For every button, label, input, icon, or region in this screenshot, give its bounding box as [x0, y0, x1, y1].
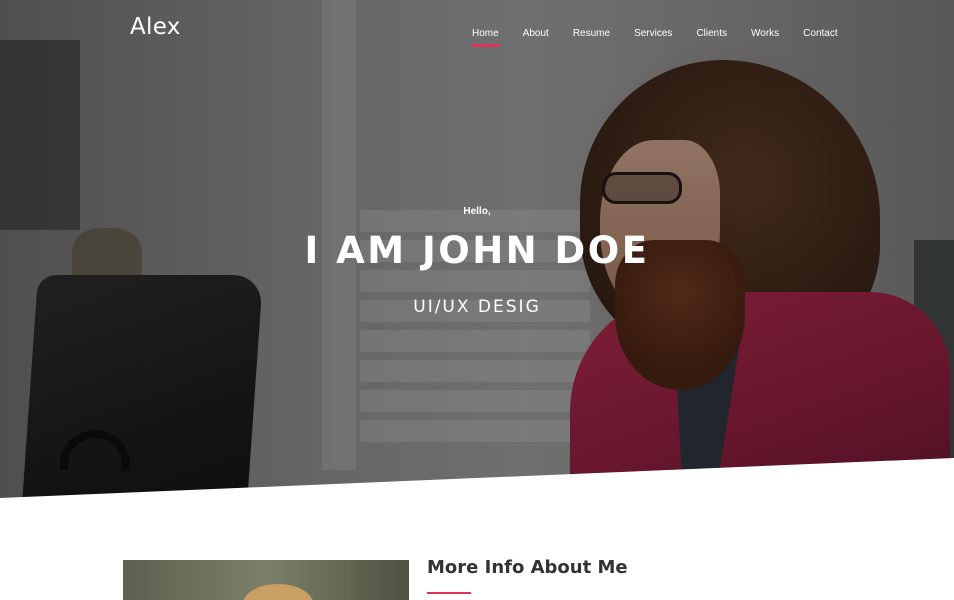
nav-item-home[interactable]: Home [471, 28, 500, 47]
about-title-underline [427, 592, 471, 594]
hero-role-typing: UI/UX DESIG [413, 297, 541, 317]
nav-item-resume[interactable]: Resume [573, 28, 610, 39]
nav-item-services[interactable]: Services [634, 28, 672, 39]
site-logo[interactable]: Alex [130, 14, 181, 40]
main-navigation: Home About Resume Services Clients Works… [460, 28, 850, 47]
about-photo [123, 560, 409, 600]
about-section-title: More Info About Me [427, 557, 628, 578]
nav-item-about[interactable]: About [523, 28, 549, 39]
hero-greeting: Hello, [463, 206, 491, 217]
nav-item-works[interactable]: Works [751, 28, 779, 39]
nav-item-contact[interactable]: Contact [803, 28, 837, 39]
nav-item-clients[interactable]: Clients [696, 28, 727, 39]
hero-headline: I AM JOHN DOE [304, 229, 650, 272]
about-photo-subject [243, 584, 313, 600]
